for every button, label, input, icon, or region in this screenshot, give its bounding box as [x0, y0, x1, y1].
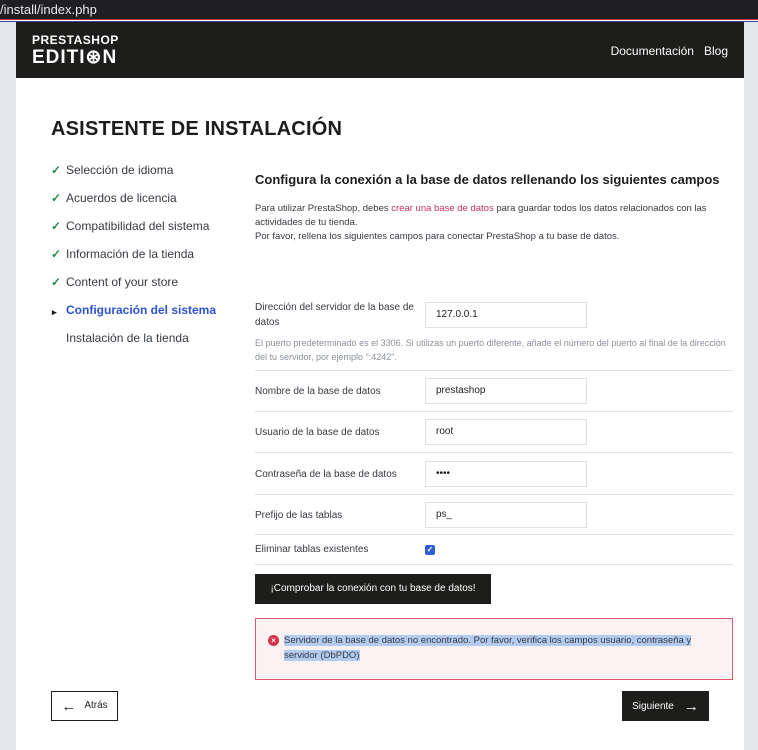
- divider: [255, 494, 733, 495]
- create-database-link[interactable]: crear una base de datos: [391, 203, 493, 214]
- checkmark-icon: ✓: [51, 163, 62, 177]
- step-compatibility: ✓ Compatibilidad del sistema: [51, 218, 216, 246]
- db-name-label: Nombre de la base de datos: [255, 385, 381, 397]
- step-label: Instalación de la tienda: [66, 331, 189, 345]
- logo-line-1: PRESTASHOP: [32, 33, 119, 47]
- db-server-hint: El puerto predeterminado es el 3306. Si …: [255, 338, 726, 362]
- page-title: ASISTENTE DE INSTALACIÓN: [51, 118, 343, 140]
- divider: [255, 370, 733, 371]
- nav-link-blog[interactable]: Blog: [704, 44, 728, 58]
- divider: [255, 534, 733, 535]
- step-license: ✓ Acuerdos de licencia: [51, 190, 216, 218]
- divider: [255, 411, 733, 412]
- db-password-input[interactable]: ••••: [425, 461, 587, 487]
- step-language: ✓ Selección de idioma: [51, 162, 216, 190]
- db-server-label: Dirección del servidor de la base de dat…: [255, 302, 414, 328]
- intro-text-part: Para utilizar PrestaShop, debes: [255, 203, 392, 214]
- browser-url-text[interactable]: /install/index.php: [0, 2, 97, 17]
- table-prefix-input[interactable]: ps_: [425, 502, 587, 528]
- test-connection-button[interactable]: ¡Comprobar la conexión con tu base de da…: [255, 574, 491, 604]
- intro-text: Para utilizar PrestaShop, debes crear un…: [255, 202, 733, 244]
- error-alert: × Servidor de la base de datos no encont…: [255, 618, 733, 680]
- drop-tables-checkbox[interactable]: ✓: [425, 544, 435, 555]
- arrow-right-icon: →: [683, 697, 699, 715]
- error-icon: ×: [268, 635, 279, 646]
- steps-sidebar: ✓ Selección de idioma ✓ Acuerdos de lice…: [51, 162, 216, 358]
- checkmark-icon: ✓: [51, 247, 62, 261]
- next-button[interactable]: Siguiente →: [622, 691, 709, 721]
- step-label: Content of your store: [66, 275, 179, 289]
- error-message-text: Servidor de la base de datos no encontra…: [284, 635, 692, 661]
- divider: [255, 452, 733, 453]
- step-label: Acuerdos de licencia: [66, 191, 177, 205]
- db-name-input[interactable]: prestashop: [425, 378, 587, 404]
- db-password-label: Contraseña de la base de datos: [255, 468, 397, 480]
- drop-tables-label: Eliminar tablas existentes: [255, 544, 369, 555]
- step-content: ✓ Content of your store: [51, 274, 216, 302]
- prestashop-edition-logo[interactable]: PRESTASHOP EDITI⊛N: [32, 34, 119, 67]
- checkmark-icon: ✓: [51, 191, 62, 205]
- checkmark-icon: ✓: [51, 219, 62, 233]
- field-db-name: Nombre de la base de datos prestashop: [255, 378, 733, 404]
- header-nav: Documentación Blog: [611, 44, 728, 58]
- divider: [255, 564, 733, 565]
- table-prefix-label: Prefijo de las tablas: [255, 509, 343, 521]
- checkmark-icon: ✓: [51, 275, 62, 289]
- current-step-caret-icon: ▸: [52, 307, 57, 317]
- field-db-server: Dirección del servidor de la base de dat…: [255, 300, 733, 330]
- back-button[interactable]: ← Atrás: [51, 691, 118, 721]
- step-install: Instalación de la tienda: [51, 330, 216, 358]
- browser-url-bar[interactable]: /install/index.php: [0, 0, 758, 22]
- installer-page: PRESTASHOP EDITI⊛N Documentación Blog AS…: [16, 22, 744, 750]
- field-db-password: Contraseña de la base de datos ••••: [255, 461, 733, 487]
- section-heading: Configura la conexión a la base de datos…: [255, 172, 720, 187]
- db-server-input[interactable]: 127.0.0.1: [425, 302, 587, 328]
- step-label: Información de la tienda: [66, 247, 195, 261]
- field-drop-tables: Eliminar tablas existentes ✓: [255, 542, 733, 557]
- back-button-label: Atrás: [84, 700, 108, 711]
- step-label: Compatibilidad del sistema: [66, 219, 210, 233]
- next-button-label: Siguiente: [632, 700, 674, 712]
- db-user-input[interactable]: root: [425, 419, 587, 445]
- field-table-prefix: Prefijo de las tablas ps_: [255, 502, 733, 528]
- db-config-panel: Configura la conexión a la base de datos…: [255, 172, 733, 680]
- field-db-user: Usuario de la base de datos root: [255, 419, 733, 445]
- step-store-info: ✓ Información de la tienda: [51, 246, 216, 274]
- logo-line-2: EDITI⊛N: [32, 47, 118, 68]
- header-bar: PRESTASHOP EDITI⊛N Documentación Blog: [16, 22, 744, 78]
- nav-link-documentation[interactable]: Documentación: [611, 44, 694, 58]
- db-user-label: Usuario de la base de datos: [255, 426, 380, 438]
- intro-text-line2: Por favor, rellena los siguientes campos…: [255, 231, 620, 242]
- step-label: Selección de idioma: [66, 163, 174, 177]
- arrow-left-icon: ←: [61, 697, 77, 715]
- step-label: Configuración del sistema: [66, 303, 217, 317]
- error-message: Servidor de la base de datos no encontra…: [284, 633, 724, 663]
- step-system-config: ▸ Configuración del sistema: [51, 302, 216, 330]
